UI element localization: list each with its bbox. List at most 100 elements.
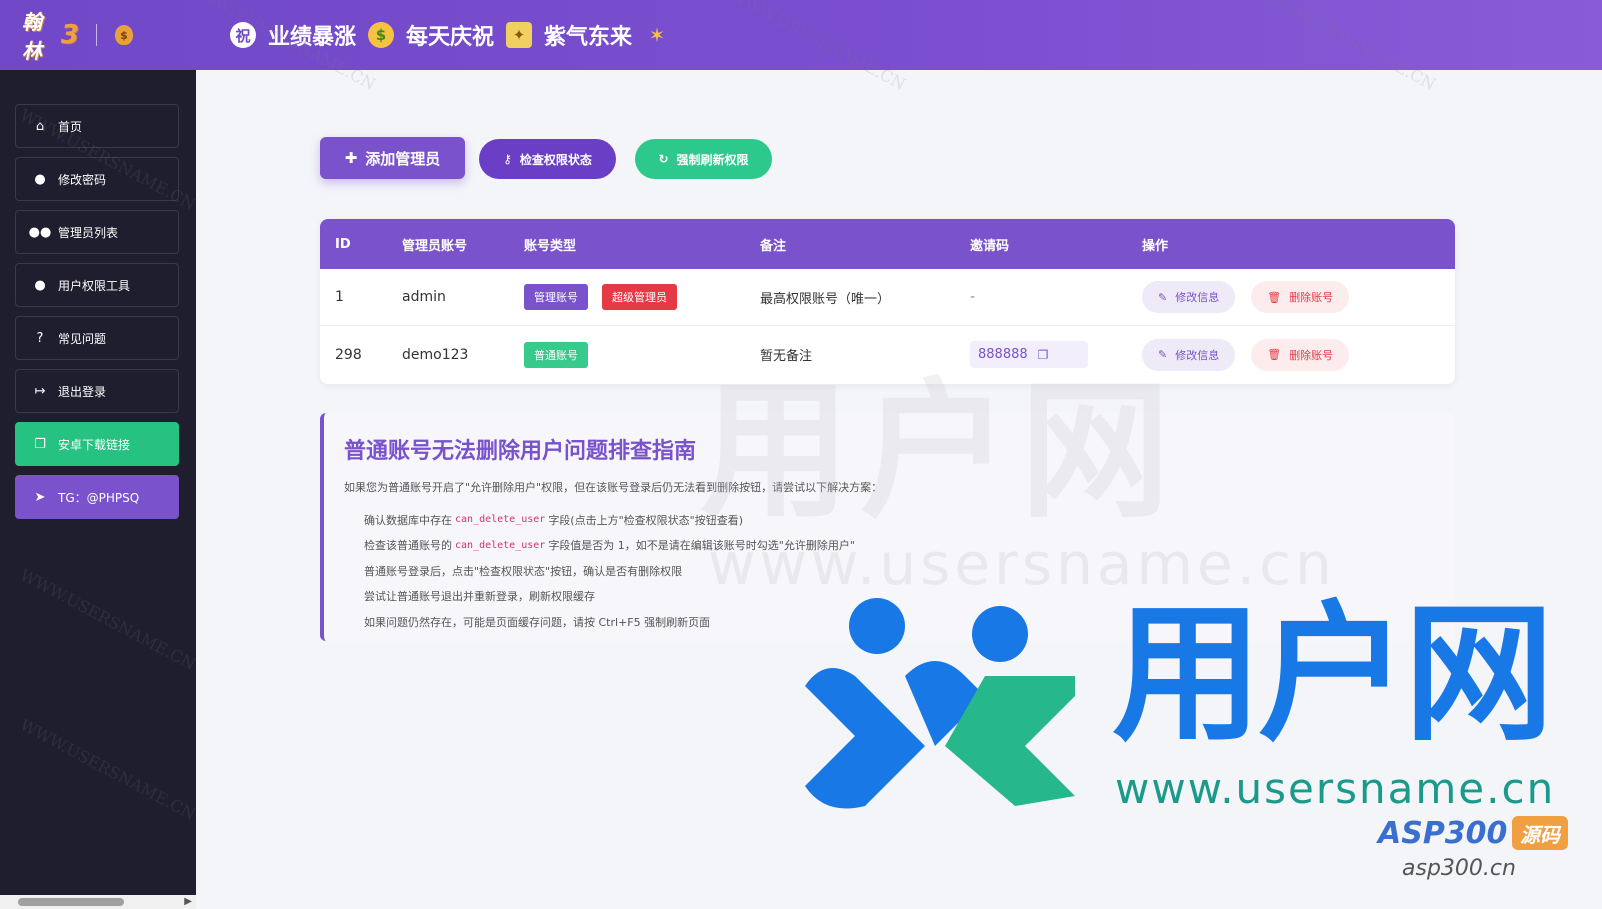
sidebar: ⌂ 首页 ● 修改密码 ●● 管理员列表 ● 用户权限工具 ? 常见问题 ↦ 退… [0, 70, 196, 909]
money-face-icon: $ [368, 22, 395, 48]
sidebar-item-permission-tool[interactable]: ● 用户权限工具 [15, 263, 179, 307]
add-admin-button[interactable]: ✚ 添加管理员 [320, 137, 465, 179]
step-text: 检查该普通账号的 [364, 539, 452, 553]
cell-invite-code: 888888 ❐ [970, 326, 1088, 383]
delete-account-button[interactable]: 🗑 删除账号 [1251, 338, 1350, 371]
guide-steps: 确认数据库中存在 can_delete_user 字段(点击上方"检查权限状态"… [344, 507, 1455, 635]
list-item: 普通账号登录后，点击"检查权限状态"按钮，确认是否有删除权限 [364, 564, 683, 578]
invite-code-value: 888888 [978, 347, 1028, 362]
sidebar-item-logout[interactable]: ↦ 退出登录 [15, 369, 179, 413]
header-account: 管理员账号 [402, 238, 468, 254]
step-text: 字段值是否为 1，如不是请在编辑该账号时勾选"允许删除用户" [548, 539, 855, 553]
guide-title: 普通账号无法删除用户问题排查指南 [344, 439, 697, 464]
celebrate-icon: 祝 [230, 22, 256, 48]
table-header: ID 管理员账号 账号类型 备注 邀请码 操作 [320, 219, 1455, 269]
cell-id: 1 [335, 289, 344, 305]
edit-icon: ✎ [1158, 290, 1168, 304]
step-code: can_delete_user [455, 514, 546, 526]
edit-icon: ✎ [1158, 348, 1168, 361]
step-code: can_delete_user [455, 539, 546, 551]
scroll-thumb[interactable] [18, 898, 124, 906]
key-icon: ⚷ [503, 152, 512, 166]
copy-icon[interactable]: ❐ [1038, 348, 1049, 362]
users-icon: ●● [28, 224, 52, 240]
list-item: 检查该普通账号的 can_delete_user 字段值是否为 1，如不是请在编… [364, 533, 1455, 559]
sidebar-item-telegram[interactable]: ➤ TG：@PHPSQ [15, 475, 179, 519]
delete-account-button[interactable]: 🗑 删除账号 [1251, 281, 1350, 313]
list-item: 尝试让普通账号退出并重新登录，刷新权限缓存 [364, 590, 595, 604]
trash-icon: 🗑 [1267, 348, 1282, 361]
header-actions: 操作 [1142, 238, 1169, 254]
asp300-logo: ASP300 [1378, 816, 1508, 851]
party-icon: ✦ [506, 22, 533, 48]
tag-normal: 普通账号 [524, 341, 588, 368]
list-item: 如果问题仍然存在，可能是页面缓存问题，请按 Ctrl+F5 强制刷新页面 [364, 615, 711, 629]
question-icon: ? [36, 330, 44, 346]
user-edit-icon: ● [34, 171, 46, 187]
troubleshoot-guide: 普通账号无法删除用户问题排查指南 如果您为普通账号开启了"允许删除用户"权限，但… [320, 413, 1455, 641]
logo-number: 3 [60, 20, 79, 50]
admin-table: ID 管理员账号 账号类型 备注 邀请码 操作 1 admin 管理账号 超级管… [320, 219, 1455, 384]
cell-actions: ✎ 修改信息 🗑 删除账号 [1142, 326, 1365, 383]
asp300-badge: 源码 [1512, 816, 1568, 850]
confetti-icon: ✶ [648, 23, 666, 47]
cell-actions: ✎ 修改信息 🗑 删除账号 [1142, 269, 1365, 325]
header-banner: 祝 业绩暴涨 $ 每天庆祝 ✦ 紫气东来 ✶ [230, 19, 670, 51]
cell-note: 暂无备注 [760, 349, 813, 364]
edit-info-button[interactable]: ✎ 修改信息 [1142, 281, 1236, 313]
sidebar-item-label: 首页 [58, 119, 83, 134]
force-refresh-button[interactable]: ↻ 强制刷新权限 [635, 139, 772, 179]
tag-super-admin: 超级管理员 [602, 284, 677, 310]
table-row: 1 admin 管理账号 超级管理员 最高权限账号（唯一） - ✎ 修改信息 🗑… [320, 269, 1455, 326]
header-invite-code: 邀请码 [970, 238, 1010, 254]
sidebar-item-label: 常见问题 [58, 331, 107, 346]
sidebar-item-android-download[interactable]: ❐ 安卓下载链接 [15, 422, 179, 466]
sidebar-item-faq[interactable]: ? 常见问题 [15, 316, 179, 360]
check-permission-label: 检查权限状态 [519, 152, 592, 167]
sidebar-item-label: TG：@PHPSQ [58, 490, 140, 505]
user-plus-icon: ✚ [344, 149, 358, 167]
sidebar-item-change-password[interactable]: ● 修改密码 [15, 157, 179, 201]
cell-account: admin [402, 289, 446, 305]
header-type: 账号类型 [524, 238, 577, 254]
add-admin-label: 添加管理员 [365, 149, 441, 168]
watermark-logo-url: www.usersname.cn [1115, 764, 1556, 813]
user-lock-icon: ● [34, 277, 46, 293]
edit-label: 修改信息 [1175, 348, 1220, 362]
logo-text: 翰林 [22, 10, 42, 63]
header-id: ID [335, 236, 351, 252]
force-refresh-label: 强制刷新权限 [676, 152, 749, 167]
check-permission-button[interactable]: ⚷ 检查权限状态 [479, 139, 616, 179]
copy-icon: ❐ [34, 436, 46, 452]
sidebar-item-label: 安卓下载链接 [58, 437, 131, 452]
guide-intro: 如果您为普通账号开启了"允许删除用户"权限，但在该账号登录后仍无法看到删除按钮，… [344, 481, 883, 494]
sidebar-item-label: 退出登录 [58, 384, 107, 399]
sidebar-item-label: 管理员列表 [58, 225, 119, 240]
edit-label: 修改信息 [1175, 291, 1220, 304]
cell-account: demo123 [402, 346, 469, 363]
banner-text-1: 业绩暴涨 [268, 25, 357, 50]
step-text: 确认数据库中存在 [364, 513, 452, 527]
sidebar-item-label: 修改密码 [58, 172, 107, 187]
trash-icon: 🗑 [1267, 290, 1282, 304]
logo-area: 翰林 3 $ [0, 0, 196, 70]
sidebar-item-home[interactable]: ⌂ 首页 [15, 104, 179, 148]
banner-text-2: 每天庆祝 [406, 25, 495, 50]
invite-code-box[interactable]: 888888 ❐ [970, 341, 1088, 368]
top-header: 翰林 3 $ 祝 业绩暴涨 $ 每天庆祝 ✦ 紫气东来 ✶ [0, 0, 1602, 70]
sidebar-item-label: 用户权限工具 [58, 278, 131, 293]
logo-divider [96, 24, 97, 46]
step-text: 字段(点击上方"检查权限状态"按钮查看) [548, 513, 744, 527]
scroll-right-icon[interactable]: ▶ [184, 896, 192, 907]
sidebar-item-admin-list[interactable]: ●● 管理员列表 [15, 210, 179, 254]
table-row: 298 demo123 普通账号 暂无备注 888888 ❐ ✎ 修改信息 🗑 … [320, 326, 1455, 383]
app-logo[interactable]: 翰林 3 [22, 10, 79, 63]
sidebar-scrollbar[interactable]: ▶ [0, 895, 196, 909]
telegram-icon: ➤ [34, 489, 46, 505]
cell-id: 298 [335, 346, 362, 363]
cell-note: 最高权限账号（唯一） [760, 291, 891, 307]
refresh-icon: ↻ [658, 152, 669, 166]
cell-type: 普通账号 [524, 326, 602, 383]
money-bag-icon: $ [115, 25, 133, 45]
edit-info-button[interactable]: ✎ 修改信息 [1142, 338, 1236, 371]
